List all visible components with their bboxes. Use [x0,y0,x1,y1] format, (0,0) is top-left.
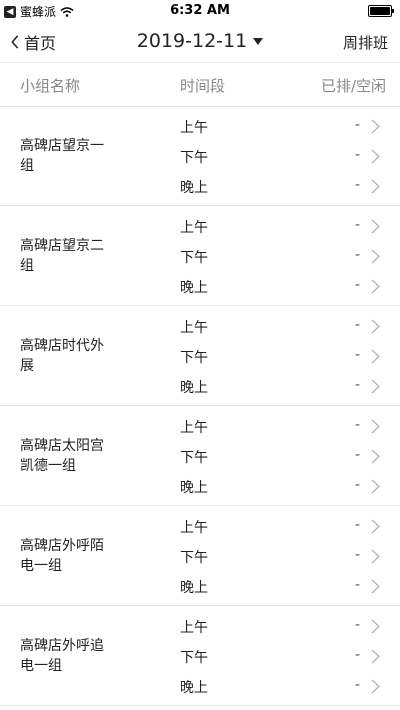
slot-value: - [354,377,360,393]
nav-bar: 首页 2019-12-11 周排班 [0,22,400,63]
table-header: 小组名称 时间段 已排/空闲 [0,62,400,107]
date-picker: 2019-12-11 [0,30,400,52]
slot-label: 上午 [180,620,208,636]
status-bar: ◀ 蜜蜂派 6:32 AM [0,0,400,22]
slot-label: 晚上 [180,580,208,596]
date-picker-button[interactable]: 2019-12-11 [136,30,264,52]
slot-row-evening[interactable]: 晚上 - [0,571,400,601]
group-row: 高碑店外呼追电一组 上午 - 下午 - 晚上 - [0,606,400,706]
chevron-right-icon [371,219,380,234]
chevron-right-icon [371,479,380,494]
slot-row-morning[interactable]: 上午 - [0,311,400,341]
slot-row-evening[interactable]: 晚上 - [0,471,400,501]
chevron-right-icon [371,679,380,694]
slot-value: - [354,147,360,163]
header-group-name: 小组名称 [20,77,81,95]
slot-label: 上午 [180,320,208,336]
slot-label: 下午 [180,150,208,166]
chevron-right-icon [371,119,380,134]
header-status: 已排/空闲 [320,77,386,95]
chevron-right-icon [371,249,380,264]
slot-row-evening[interactable]: 晚上 - [0,271,400,301]
slot-row-afternoon[interactable]: 下午 - [0,341,400,371]
slot-label: 下午 [180,250,208,266]
caret-down-icon [253,37,264,45]
chevron-right-icon [371,579,380,594]
slot-label: 晚上 [180,380,208,396]
chevron-right-icon [371,549,380,564]
group-row: 高碑店望京二组 上午 - 下午 - 晚上 - [0,206,400,306]
slot-label: 下午 [180,450,208,466]
battery-icon [368,5,394,17]
slot-label: 下午 [180,550,208,566]
slot-row-afternoon[interactable]: 下午 - [0,541,400,571]
slot-value: - [354,617,360,633]
slot-value: - [354,277,360,293]
slot-value: - [354,417,360,433]
chevron-right-icon [371,419,380,434]
slot-label: 下午 [180,650,208,666]
slot-row-afternoon[interactable]: 下午 - [0,241,400,271]
slot-row-evening[interactable]: 晚上 - [0,171,400,201]
slot-value: - [354,547,360,563]
slot-label: 晚上 [180,180,208,196]
slot-row-afternoon[interactable]: 下午 - [0,641,400,671]
status-time: 6:32 AM [170,3,230,18]
slot-row-morning[interactable]: 上午 - [0,411,400,441]
slot-row-evening[interactable]: 晚上 - [0,371,400,401]
slot-label: 上午 [180,420,208,436]
chevron-right-icon [371,179,380,194]
slot-value: - [354,247,360,263]
slot-label: 上午 [180,520,208,536]
slot-value: - [354,347,360,363]
slot-label: 上午 [180,220,208,236]
slot-value: - [354,677,360,693]
slot-value: - [354,217,360,233]
chevron-right-icon [371,279,380,294]
group-row: 高碑店望京一组 上午 - 下午 - 晚上 - [0,106,400,206]
header-time-slot: 时间段 [180,77,226,95]
week-schedule-button[interactable]: 周排班 [343,32,388,53]
group-row: 高碑店外呼陌电一组 上午 - 下午 - 晚上 - [0,506,400,606]
slot-value: - [354,117,360,133]
group-list: 高碑店望京一组 上午 - 下午 - 晚上 - 高碑店望京二组 上午 - 下午 - [0,106,400,706]
chevron-right-icon [371,319,380,334]
slot-value: - [354,647,360,663]
slot-value: - [354,517,360,533]
slot-label: 晚上 [180,680,208,696]
slot-label: 下午 [180,350,208,366]
slot-value: - [354,177,360,193]
chevron-right-icon [371,349,380,364]
chevron-right-icon [371,379,380,394]
chevron-right-icon [371,649,380,664]
slot-row-morning[interactable]: 上午 - [0,611,400,641]
battery-level [370,7,390,15]
slot-value: - [354,317,360,333]
chevron-right-icon [371,149,380,164]
group-row: 高碑店时代外展 上午 - 下午 - 晚上 - [0,306,400,406]
slot-label: 晚上 [180,480,208,496]
slot-label: 晚上 [180,280,208,296]
slot-row-morning[interactable]: 上午 - [0,211,400,241]
date-label: 2019-12-11 [136,30,248,52]
slot-label: 上午 [180,120,208,136]
slot-row-morning[interactable]: 上午 - [0,511,400,541]
slot-row-evening[interactable]: 晚上 - [0,671,400,701]
slot-row-afternoon[interactable]: 下午 - [0,141,400,171]
slot-row-morning[interactable]: 上午 - [0,111,400,141]
group-row: 高碑店太阳宫凯德一组 上午 - 下午 - 晚上 - [0,406,400,506]
slot-value: - [354,577,360,593]
slot-value: - [354,477,360,493]
chevron-right-icon [371,619,380,634]
chevron-right-icon [371,449,380,464]
slot-value: - [354,447,360,463]
chevron-right-icon [371,519,380,534]
slot-row-afternoon[interactable]: 下午 - [0,441,400,471]
